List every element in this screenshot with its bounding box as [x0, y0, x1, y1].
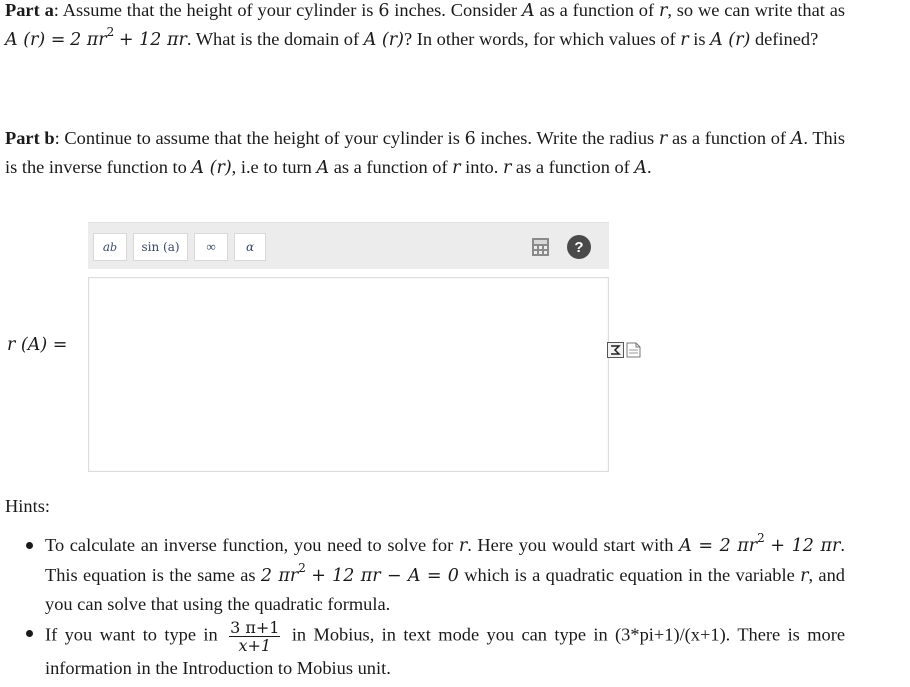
math-r: r	[452, 158, 461, 178]
help-icon[interactable]: ?	[567, 235, 591, 259]
math-height: 6	[464, 129, 476, 149]
text: as a function of	[534, 0, 659, 20]
infinity-button[interactable]: ∞	[194, 233, 228, 261]
hints-title: Hints:	[5, 496, 50, 516]
math-expr: 2 πr	[70, 30, 107, 50]
math-expr: A (r)	[363, 30, 404, 50]
math-fraction: 3 π+1 x+1	[229, 617, 281, 655]
math-answer-label: r (A) =	[7, 335, 68, 355]
answer-input[interactable]	[88, 277, 609, 472]
math-expr: A (r)	[710, 30, 751, 50]
equation-editor-icon[interactable]	[607, 342, 624, 358]
math-expr: + 12 πr	[770, 536, 841, 556]
text: : Assume that the height of your cylinde…	[53, 0, 379, 20]
math-height: 6	[378, 1, 390, 21]
list-item: If you want to type in 3 π+1 x+1 in Mobiu…	[26, 617, 845, 683]
part-b-question: Part b: Continue to assume that the heig…	[5, 124, 845, 182]
equation-editor-toolbar: ab sin (a) ∞ α ?	[88, 222, 609, 269]
math-expr: + 12 πr − A = 0	[311, 565, 459, 586]
text: , i.e to turn	[231, 157, 317, 177]
text: If you want to type in	[45, 624, 226, 645]
text: inches. Write the radius	[475, 128, 659, 148]
math-expr: + 12 πr	[118, 30, 187, 50]
calculator-icon[interactable]	[531, 237, 550, 257]
text: , so we can write that as	[667, 0, 846, 20]
math-r: r	[458, 536, 468, 556]
list-item: To calculate an inverse function, you ne…	[26, 531, 845, 619]
math-A: A	[521, 1, 535, 21]
math-exp: 2	[757, 531, 765, 545]
math-expr: 2 πr	[260, 565, 299, 586]
text: inches. Consider	[389, 0, 522, 20]
greek-button[interactable]: α	[234, 233, 266, 261]
fraction-numerator: 3 π+1	[229, 617, 281, 637]
text: which is a quadratic equation in the var…	[458, 564, 801, 585]
text: . What is the domain of	[186, 29, 364, 49]
part-b-label: Part b	[5, 128, 55, 148]
text: defined?	[750, 29, 819, 49]
math-exp: 2	[106, 25, 115, 39]
hints-list: To calculate an inverse function, you ne…	[26, 531, 845, 683]
text: ? In other words, for which values of	[403, 29, 681, 49]
math-expr: A (r) =	[5, 30, 66, 50]
function-button[interactable]: sin (a)	[133, 233, 188, 261]
text: .	[647, 157, 652, 177]
math-A: A	[790, 129, 804, 149]
text: as a function of	[511, 157, 635, 177]
part-a-question: Part a: Assume that the height of your c…	[5, 0, 845, 54]
math-r: r	[680, 30, 689, 50]
answer-label: r (A) =	[7, 334, 67, 355]
preview-icon[interactable]	[626, 342, 641, 358]
math-r: r	[658, 129, 668, 149]
math-A: A	[316, 158, 330, 178]
text: . Here you would start with	[467, 535, 680, 555]
math-expr: A = 2 πr	[679, 536, 758, 556]
part-a-label: Part a	[5, 0, 54, 20]
text: To calculate an inverse function, you ne…	[45, 535, 459, 555]
power-button[interactable]: ab	[93, 233, 127, 261]
text: as a function of	[329, 157, 453, 177]
power-base: a	[102, 240, 111, 254]
math-exp: 2	[298, 560, 306, 575]
math-A: A	[634, 158, 648, 178]
power-exp: b	[110, 240, 118, 254]
text: : Continue to assume that the height of …	[54, 128, 465, 148]
fraction-denominator: x+1	[238, 635, 272, 655]
math-expr: A (r)	[191, 158, 232, 178]
text: into.	[460, 157, 503, 177]
text: is	[688, 29, 711, 49]
text: as a function of	[667, 128, 791, 148]
